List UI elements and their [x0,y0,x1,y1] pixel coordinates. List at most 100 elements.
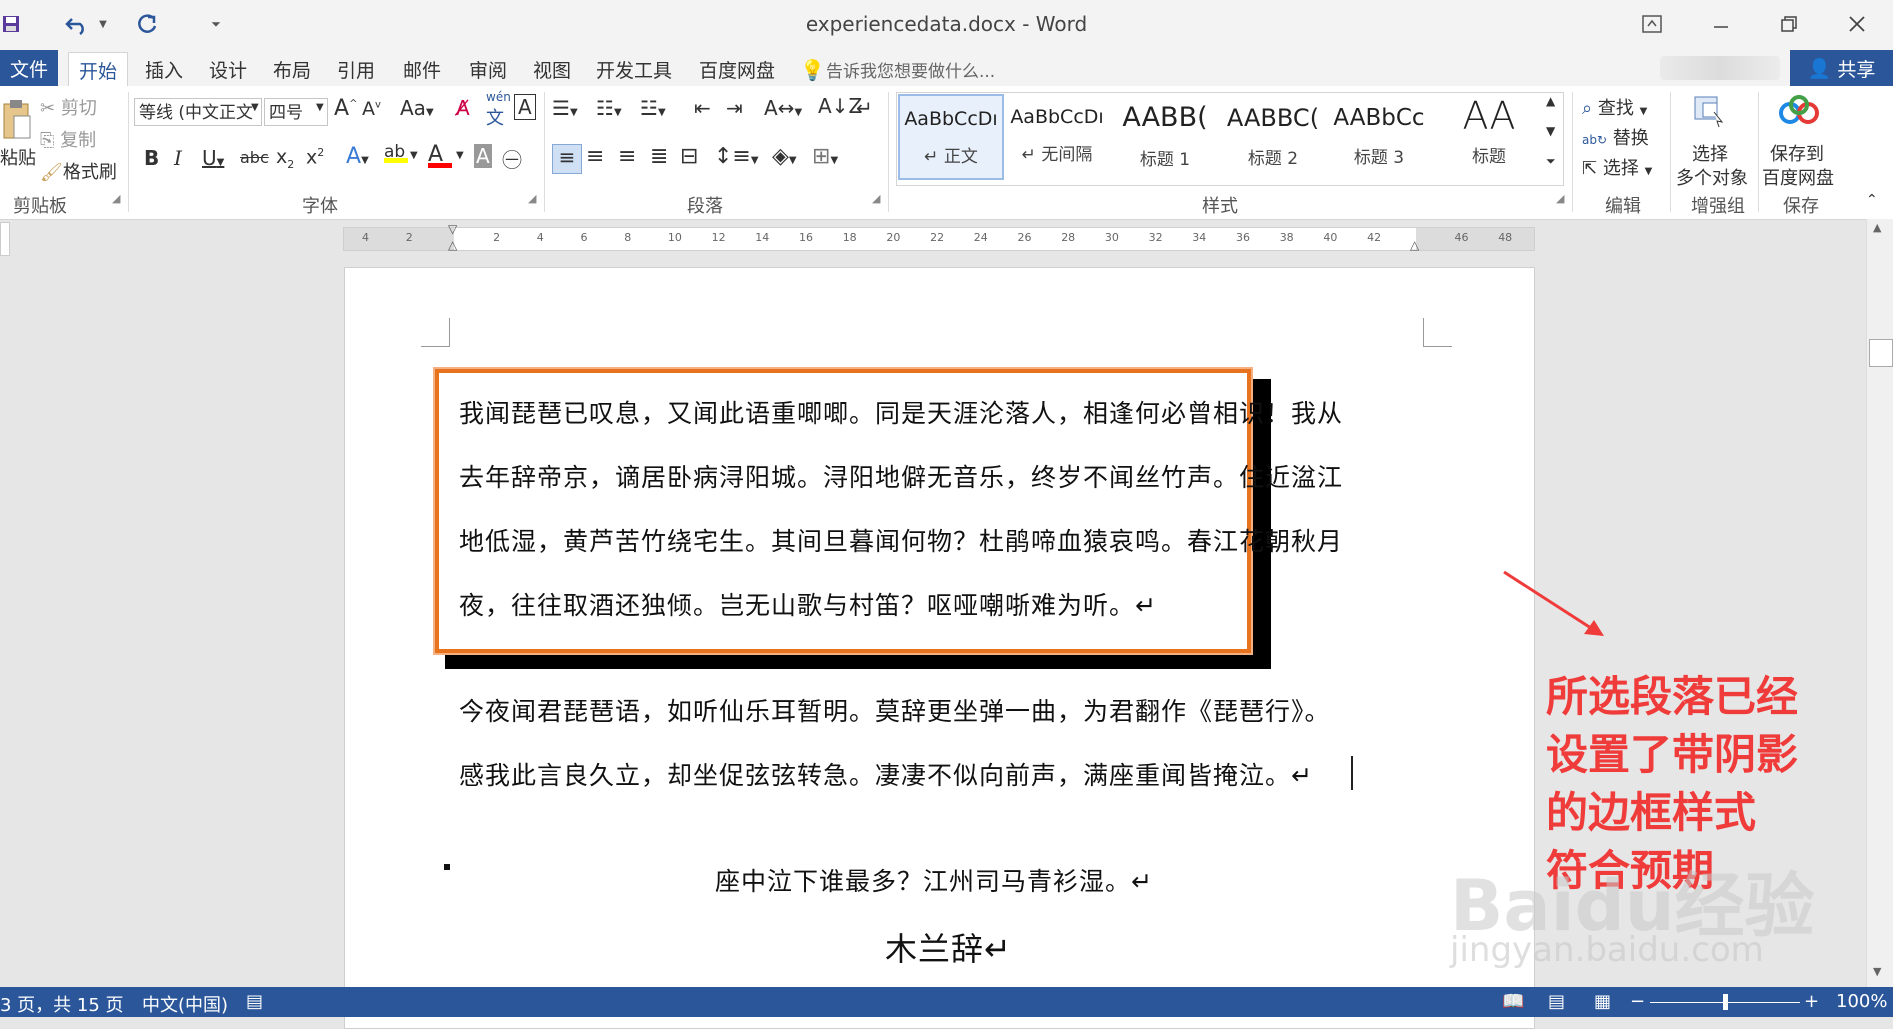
undo-dropdown-icon[interactable]: ▼ [96,8,110,40]
restore-icon[interactable] [1768,8,1810,40]
font-size-dropdown-icon[interactable]: ▼ [316,102,324,113]
justify-icon[interactable]: ≣ [650,144,668,169]
select-objects-icon[interactable] [1690,92,1730,132]
distributed-icon[interactable]: ⊟ [680,144,698,169]
customize-qat-icon[interactable]: ⏷ [208,8,224,40]
clipboard-launcher-icon[interactable]: ◢ [112,192,120,205]
decrease-indent-icon[interactable]: ⇤ [694,96,711,120]
font-color-dropdown-icon[interactable]: ▼ [456,150,464,161]
gallery-down-icon[interactable]: ▼ [1546,124,1555,138]
character-border-icon[interactable]: A [514,94,536,120]
heading-mulan[interactable]: 木兰辞↵ [885,924,1012,970]
tab-layout[interactable]: 布局 [264,54,320,84]
style-heading-1[interactable]: AABB( 标题 1 [1112,94,1218,180]
bold-icon[interactable]: B [144,146,159,170]
italic-icon[interactable]: I [174,146,182,170]
replace-button[interactable]: ab↻ 替换 [1582,124,1649,150]
bordered-line-1[interactable]: 我闻琵琶已叹息，又闻此语重唧唧。同是天涯沦落人，相逢何必曾相识！我从 [459,394,1343,430]
bullets-icon[interactable]: ☰▼ [552,96,578,120]
enclose-characters-icon[interactable]: ㊀ [502,144,522,173]
tab-view[interactable]: 视图 [524,54,580,84]
font-name-combo[interactable]: 等线 (中文正文 [134,98,262,126]
close-icon[interactable] [1836,8,1878,40]
zoom-level[interactable]: 100% [1836,991,1887,1012]
highlight-dropdown-icon[interactable]: ▼ [410,150,418,161]
undo-icon[interactable] [60,8,94,40]
scroll-down-icon[interactable]: ▼ [1873,965,1881,978]
change-case-icon[interactable]: Aa▼ [400,96,434,120]
select-button[interactable]: ⇱ 选择 ▼ [1582,154,1652,180]
copy-button[interactable]: ⎘ 复制 [40,126,96,152]
underline-icon[interactable]: U▼ [202,146,224,170]
right-indent-marker[interactable]: △ [1410,238,1419,252]
styles-launcher-icon[interactable]: ◢ [1556,192,1564,205]
bordered-line-2[interactable]: 去年辞帝京，谪居卧病浔阳城。浔阳地僻无音乐，终岁不闻丝竹声。住近湓江 [459,458,1343,494]
style-normal[interactable]: AaBbCcDı ↵ 正文 [898,94,1004,180]
zoom-in-icon[interactable]: + [1804,991,1819,1012]
tab-file[interactable]: 文件 [0,50,58,86]
align-left-icon[interactable]: ≡ [552,144,582,174]
print-layout-icon[interactable]: ▤ [1548,991,1565,1012]
clear-formatting-icon[interactable]: A̸ [456,96,470,120]
paste-label[interactable]: 粘贴 [0,144,36,170]
font-name-dropdown-icon[interactable]: ▼ [251,102,259,113]
page-count[interactable]: 3 页，共 15 页 [0,991,124,1017]
tab-developer[interactable]: 开发工具 [592,54,676,84]
zoom-slider-thumb[interactable] [1723,994,1728,1010]
phonetic-guide-icon[interactable]: wén 文 [486,90,511,130]
tab-home[interactable]: 开始 [68,52,128,87]
first-line-indent-marker[interactable]: ▽ [448,222,457,236]
account-name-blurred[interactable] [1660,56,1780,80]
scroll-up-icon[interactable]: ▲ [1873,221,1881,234]
language-indicator[interactable]: 中文(中国) [142,991,228,1017]
font-color-icon[interactable]: A [428,142,452,168]
collapse-ribbon-icon[interactable]: ⌃ [1866,192,1878,208]
save-baidu-label-2[interactable]: 百度网盘 [1762,164,1834,190]
numbering-icon[interactable]: ☷▼ [596,96,622,120]
borders-icon[interactable]: ⊞▼ [812,144,838,169]
tab-references[interactable]: 引用 [328,54,384,84]
cut-button[interactable]: ✂ 剪切 [40,94,97,120]
horizontal-ruler[interactable]: 4 2 2 4 6 8 10 12 14 16 18 20 22 24 26 28 30 32 34 36 38 40 42… [343,222,1535,252]
read-mode-icon[interactable]: 📖 [1502,991,1524,1012]
paragraph2-line-1[interactable]: 今夜闻君琵琶语，如听仙乐耳暂明。莫辞更坐弹一曲，为君翻作《琵琶行》。 [459,692,1331,728]
select-objects-label-1[interactable]: 选择 [1692,140,1728,166]
strikethrough-icon[interactable]: abc [240,148,269,167]
tab-baidu[interactable]: 百度网盘 [692,54,782,84]
ribbon-display-icon[interactable] [1634,8,1670,40]
style-heading-3[interactable]: AABbCc 标题 3 [1326,94,1432,180]
character-spacing-icon[interactable]: A↔▼ [764,96,802,120]
tab-review[interactable]: 审阅 [460,54,516,84]
macro-record-icon[interactable]: ▤ [246,991,263,1012]
shrink-font-icon[interactable]: Av [362,98,381,120]
gallery-up-icon[interactable]: ▲ [1546,94,1555,108]
paragraph-launcher-icon[interactable]: ◢ [872,192,880,205]
document-page[interactable]: 我闻琵琶已叹息，又闻此语重唧唧。同是天涯沦落人，相逢何必曾相识！我从 去年辞帝京… [344,267,1535,1029]
subscript-icon[interactable]: x2 [276,146,294,171]
line-spacing-icon[interactable]: ↕≡▼ [714,144,759,169]
grow-font-icon[interactable]: A^ [334,96,357,121]
centered-line[interactable]: 座中泣下谁最多？江州司马青衫湿。↵ [715,862,1153,898]
character-shading-icon[interactable]: A [474,144,492,168]
tell-me-input[interactable]: 告诉我您想要做什么... [826,54,1016,84]
align-center-icon[interactable]: ≡ [586,144,604,169]
find-button[interactable]: ⌕ 查找 ▼ [1582,94,1647,120]
minimize-icon[interactable] [1700,8,1742,40]
font-launcher-icon[interactable]: ◢ [528,192,536,205]
bordered-line-4[interactable]: 夜，往往取酒还独倾。岂无山歌与村笛？呕哑嘲哳难为听。↵ [459,586,1157,622]
show-marks-icon[interactable]: ↵ [856,96,873,120]
style-no-spacing[interactable]: AaBbCcDı ↵ 无间隔 [1004,94,1110,180]
select-objects-label-2[interactable]: 多个对象 [1676,164,1748,190]
shading-icon[interactable]: ◈▼ [772,144,797,169]
tab-design[interactable]: 设计 [200,54,256,84]
highlight-icon[interactable]: ab [384,142,408,163]
text-effects-icon[interactable]: A▼ [346,144,369,169]
style-heading-2[interactable]: AABBC( 标题 2 [1220,94,1326,180]
left-ruler-tab[interactable] [0,222,10,256]
paragraph2-line-2[interactable]: 感我此言良久立，却坐促弦弦转急。凄凄不似向前声，满座重闻皆掩泣。↵ [459,756,1313,792]
save-baidu-label-1[interactable]: 保存到 [1770,140,1824,166]
style-title[interactable]: AA 标题 [1436,94,1542,180]
format-painter-button[interactable]: 🖌格式刷 [40,158,117,184]
scroll-thumb[interactable] [1869,339,1893,367]
hanging-indent-marker[interactable]: △ [448,238,457,252]
